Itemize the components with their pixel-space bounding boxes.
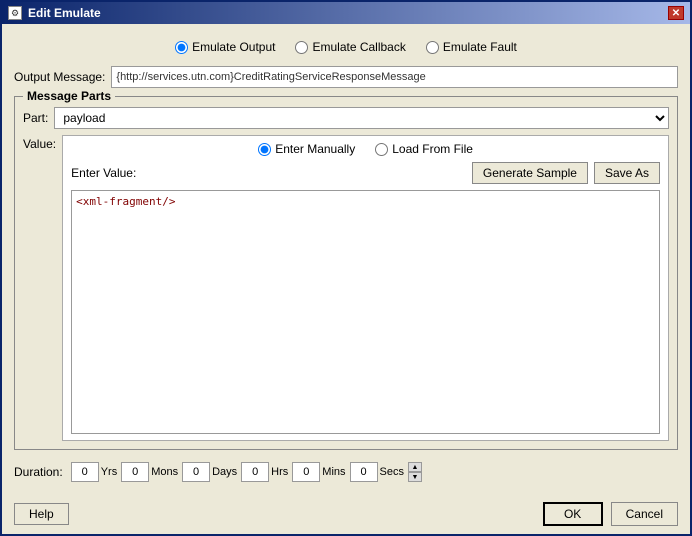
emulate-fault-label: Emulate Fault: [443, 40, 517, 54]
spinner-up[interactable]: ▲: [408, 462, 422, 472]
duration-secs-unit: Secs: [380, 466, 404, 478]
window-title: Edit Emulate: [28, 6, 101, 20]
duration-spinner: ▲ ▼: [408, 462, 422, 482]
duration-yrs-field: Yrs: [71, 462, 118, 482]
xml-textarea[interactable]: [71, 190, 660, 434]
enter-value-label: Enter Value:: [71, 166, 136, 180]
value-radio-row: Enter Manually Load From File: [71, 142, 660, 156]
duration-mins-field: Mins: [292, 462, 345, 482]
duration-mons-unit: Mons: [151, 466, 178, 478]
emulate-output-label: Emulate Output: [192, 40, 275, 54]
load-from-file-option[interactable]: Load From File: [375, 142, 473, 156]
emulate-callback-option[interactable]: Emulate Callback: [295, 40, 405, 54]
ok-button[interactable]: OK: [543, 502, 603, 526]
part-select[interactable]: payload: [54, 107, 669, 129]
generate-sample-button[interactable]: Generate Sample: [472, 162, 588, 184]
part-row: Part: payload: [23, 107, 669, 129]
emulate-callback-label: Emulate Callback: [312, 40, 405, 54]
emulate-type-row: Emulate Output Emulate Callback Emulate …: [14, 34, 678, 58]
duration-days-input[interactable]: [182, 462, 210, 482]
duration-row: Duration: Yrs Mons Days Hrs Mins: [14, 458, 678, 486]
duration-yrs-unit: Yrs: [101, 466, 118, 478]
duration-yrs-input[interactable]: [71, 462, 99, 482]
output-message-row: Output Message:: [14, 66, 678, 88]
emulate-fault-radio[interactable]: [426, 41, 439, 54]
duration-days-unit: Days: [212, 466, 237, 478]
title-bar: ⚙ Edit Emulate ✕: [2, 2, 690, 24]
duration-mins-unit: Mins: [322, 466, 345, 478]
emulate-callback-radio[interactable]: [295, 41, 308, 54]
value-inner: Enter Manually Load From File Enter Valu…: [62, 135, 669, 441]
emulate-output-radio[interactable]: [175, 41, 188, 54]
output-message-input[interactable]: [111, 66, 678, 88]
enter-value-row: Enter Value: Generate Sample Save As: [71, 162, 660, 184]
save-as-button[interactable]: Save As: [594, 162, 660, 184]
message-parts-group: Message Parts Part: payload Value: Enter…: [14, 96, 678, 450]
enter-manually-label: Enter Manually: [275, 142, 355, 156]
load-from-file-radio[interactable]: [375, 143, 388, 156]
close-button[interactable]: ✕: [668, 6, 684, 20]
emulate-output-option[interactable]: Emulate Output: [175, 40, 275, 54]
duration-secs-field: Secs ▲ ▼: [350, 462, 422, 482]
duration-hrs-field: Hrs: [241, 462, 288, 482]
title-bar-left: ⚙ Edit Emulate: [8, 6, 101, 20]
enter-manually-option[interactable]: Enter Manually: [258, 142, 355, 156]
duration-mins-input[interactable]: [292, 462, 320, 482]
main-content: Emulate Output Emulate Callback Emulate …: [2, 24, 690, 496]
bottom-bar: Help OK Cancel: [2, 496, 690, 534]
right-buttons: OK Cancel: [543, 502, 678, 526]
duration-mons-input[interactable]: [121, 462, 149, 482]
value-row-container: Value: Enter Manually Load From File: [23, 135, 669, 441]
duration-hrs-input[interactable]: [241, 462, 269, 482]
emulate-fault-option[interactable]: Emulate Fault: [426, 40, 517, 54]
enter-value-buttons: Generate Sample Save As: [472, 162, 660, 184]
spinner-down[interactable]: ▼: [408, 472, 422, 482]
enter-manually-radio[interactable]: [258, 143, 271, 156]
window-icon: ⚙: [8, 6, 22, 20]
duration-secs-input[interactable]: [350, 462, 378, 482]
part-label: Part:: [23, 111, 48, 125]
message-parts-legend: Message Parts: [23, 89, 115, 103]
output-message-label: Output Message:: [14, 70, 105, 84]
help-button[interactable]: Help: [14, 503, 69, 525]
load-from-file-label: Load From File: [392, 142, 473, 156]
duration-days-field: Days: [182, 462, 237, 482]
cancel-button[interactable]: Cancel: [611, 502, 678, 526]
enter-value-left: Enter Value:: [71, 166, 136, 180]
duration-hrs-unit: Hrs: [271, 466, 288, 478]
duration-mons-field: Mons: [121, 462, 178, 482]
duration-label: Duration:: [14, 465, 63, 479]
value-label: Value:: [23, 135, 56, 151]
edit-emulate-window: ⚙ Edit Emulate ✕ Emulate Output Emulate …: [0, 0, 692, 536]
